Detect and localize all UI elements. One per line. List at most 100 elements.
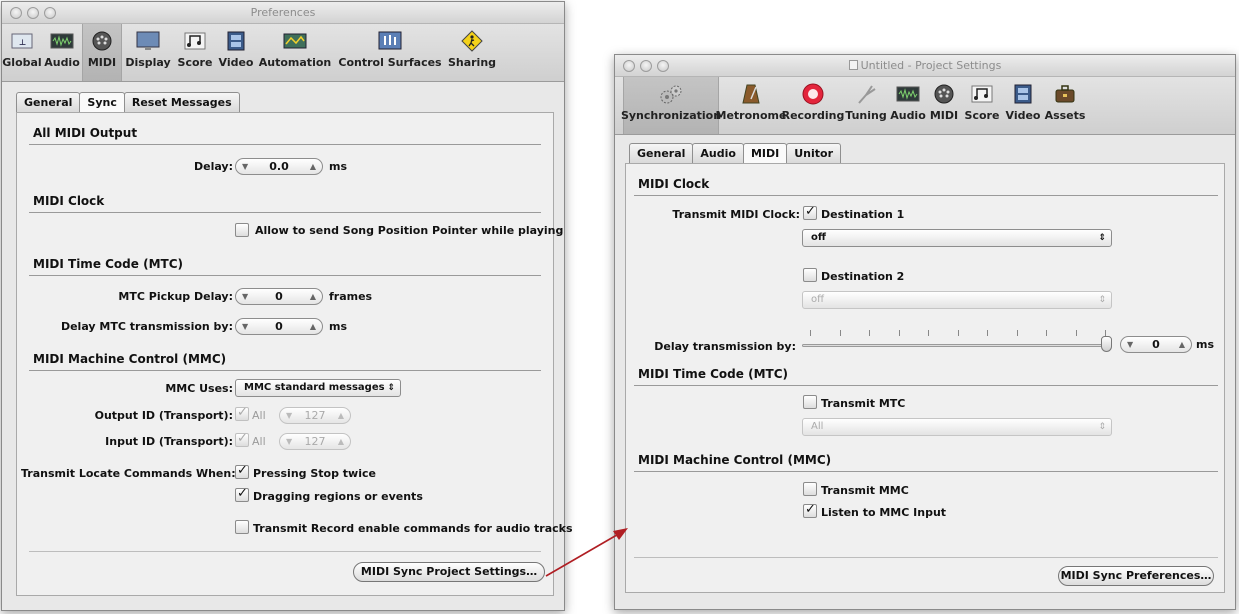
updown-arrows-icon: ⇕ — [1098, 233, 1106, 243]
output-id-all-checkbox[interactable] — [235, 405, 249, 421]
chevron-down-icon[interactable]: ▼ — [286, 437, 292, 446]
toolbar-assets-label: Assets — [1044, 109, 1086, 122]
mtc-pickup-stepper[interactable]: ▼ 0 ▲ — [235, 288, 323, 305]
toolbar-midi[interactable]: MIDI — [927, 77, 961, 134]
chevron-up-icon[interactable]: ▲ — [1179, 340, 1185, 349]
toolbar-midi[interactable]: MIDI — [82, 24, 122, 81]
toolbar-control-surfaces[interactable]: Control Surfaces — [334, 24, 446, 81]
input-id-all-label: All — [252, 435, 266, 448]
dragging-checkbox[interactable] — [235, 486, 249, 502]
control-surfaces-icon — [377, 30, 403, 52]
chevron-up-icon[interactable]: ▲ — [338, 437, 344, 446]
destination-2-checkbox[interactable] — [803, 268, 817, 282]
input-id-label: Input ID (Transport): — [105, 435, 233, 448]
toolbar-global-label: Global — [2, 56, 42, 69]
video-icon — [223, 30, 249, 52]
chevron-up-icon[interactable]: ▲ — [310, 292, 316, 301]
toolbar-video-label: Video — [1005, 109, 1041, 122]
toolbar-synchronization[interactable]: Synchronization — [621, 77, 721, 134]
toolbar-video[interactable]: Video — [1003, 77, 1043, 134]
midi-sync-preferences-button[interactable]: MIDI Sync Preferences… — [1058, 566, 1214, 586]
toolbar-video[interactable]: Video — [216, 24, 256, 81]
locate-commands-label: Transmit Locate Commands When: — [21, 467, 236, 480]
toolbar-assets[interactable]: Assets — [1043, 77, 1087, 134]
mtc-heading: MIDI Time Code (MTC) — [638, 367, 788, 381]
delay-mtc-value: 0 — [275, 320, 283, 333]
toolbar-recording[interactable]: Recording — [781, 77, 845, 134]
toolbar-tuning[interactable]: Tuning — [843, 77, 889, 134]
transmit-mmc-checkbox[interactable] — [803, 482, 817, 496]
mmc-uses-value: MMC standard messages — [244, 382, 385, 393]
slider-tick — [869, 330, 870, 336]
sync-panel: All MIDI Output Delay: ▼ 0.0 ▲ ms MIDI C… — [16, 112, 573, 596]
tab-general[interactable]: General — [16, 92, 81, 112]
input-id-stepper[interactable]: ▼ 127 ▲ — [279, 433, 351, 450]
slider-tick — [1105, 330, 1106, 336]
delay-transmission-label: Delay transmission by: — [654, 340, 796, 353]
chevron-up-icon[interactable]: ▲ — [338, 411, 344, 420]
delay-mtc-stepper[interactable]: ▼ 0 ▲ — [235, 318, 323, 335]
tab-general[interactable]: General — [629, 143, 694, 163]
pressing-stop-checkbox[interactable] — [235, 463, 249, 479]
toolbar-audio[interactable]: Audio — [889, 77, 927, 134]
destination-1-popup[interactable]: off ⇕ — [802, 229, 1112, 247]
delay-stepper[interactable]: ▼ 0.0 ▲ — [235, 158, 323, 175]
delay-transmission-slider[interactable] — [802, 344, 1108, 347]
slider-tick — [1075, 330, 1077, 336]
chevron-up-icon[interactable]: ▲ — [310, 322, 316, 331]
delay-transmission-stepper[interactable]: ▼ 0 ▲ — [1120, 336, 1192, 353]
mmc-uses-popup[interactable]: MMC standard messages ⇕ — [235, 379, 401, 397]
chevron-down-icon[interactable]: ▼ — [242, 292, 248, 301]
frames-unit: frames — [329, 290, 373, 303]
chevron-down-icon[interactable]: ▼ — [286, 411, 292, 420]
title-bar[interactable]: Untitled - Project Settings — [615, 55, 1235, 77]
midi-sync-project-settings-button[interactable]: MIDI Sync Project Settings… — [353, 562, 545, 582]
slider-tick — [839, 330, 841, 336]
divider — [29, 144, 541, 145]
toolbar-global[interactable]: ⊥ Global — [2, 24, 42, 81]
listen-mmc-checkbox[interactable] — [803, 502, 817, 518]
mtc-pickup-label: MTC Pickup Delay: — [118, 290, 233, 303]
toolbar-sharing[interactable]: Sharing — [446, 24, 498, 81]
chevron-down-icon[interactable]: ▼ — [1127, 340, 1133, 349]
mmc-heading: MIDI Machine Control (MMC) — [33, 352, 227, 366]
toolbar-metronome[interactable]: Metronome — [716, 77, 786, 134]
slider-knob[interactable] — [1101, 336, 1112, 352]
video-icon — [1010, 83, 1036, 105]
toolbar-score[interactable]: Score — [174, 24, 216, 81]
destination-2-popup[interactable]: off ⇕ — [802, 291, 1112, 309]
record-enable-checkbox[interactable] — [235, 520, 249, 534]
output-id-stepper[interactable]: ▼ 127 ▲ — [279, 407, 351, 424]
destination-1-checkbox[interactable] — [803, 204, 817, 220]
transmit-mtc-checkbox[interactable] — [803, 395, 817, 409]
toolbar-recording-label: Recording — [781, 109, 845, 122]
chevron-down-icon[interactable]: ▼ — [242, 162, 248, 171]
tab-unitor[interactable]: Unitor — [786, 143, 841, 163]
tab-sync[interactable]: Sync — [79, 92, 125, 113]
toolbar-audio-label: Audio — [890, 109, 926, 122]
title-bar[interactable]: Preferences — [2, 2, 564, 24]
updown-arrows-icon: ⇕ — [387, 383, 395, 393]
mtc-popup[interactable]: All ⇕ — [802, 418, 1112, 436]
toolbar-automation[interactable]: Automation — [256, 24, 334, 81]
toolbar-display[interactable]: Display — [122, 24, 174, 81]
tab-reset-messages[interactable]: Reset Messages — [123, 92, 240, 112]
tab-midi[interactable]: MIDI — [742, 143, 788, 164]
toolbar-audio[interactable]: Audio — [42, 24, 82, 81]
window-title: Untitled - Project Settings — [615, 59, 1235, 72]
audio-icon — [895, 83, 921, 105]
slider-tick — [898, 330, 900, 336]
chevron-up-icon[interactable]: ▲ — [310, 162, 316, 171]
slider-tick — [1016, 330, 1018, 336]
chevron-down-icon[interactable]: ▼ — [242, 322, 248, 331]
midi-panel: MIDI Clock Transmit MIDI Clock: Destinat… — [625, 163, 1225, 593]
destination-2-value: off — [811, 294, 825, 305]
spp-checkbox[interactable] — [235, 223, 249, 237]
input-id-value: 127 — [304, 435, 326, 448]
tab-audio[interactable]: Audio — [692, 143, 744, 163]
slider-tick — [1046, 330, 1047, 336]
toolbar-score[interactable]: Score — [961, 77, 1003, 134]
delay-unit: ms — [329, 160, 348, 173]
input-id-all-checkbox[interactable] — [235, 431, 249, 447]
destination-1-value: off — [811, 232, 826, 243]
